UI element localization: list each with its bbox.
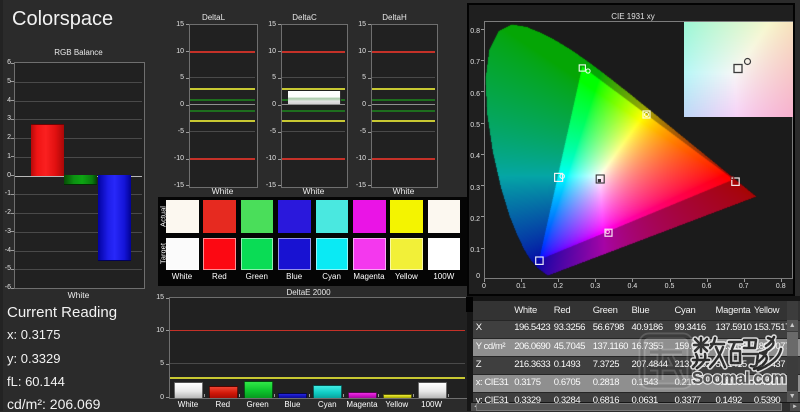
- svg-text:Soomal.com: Soomal.com: [692, 370, 786, 388]
